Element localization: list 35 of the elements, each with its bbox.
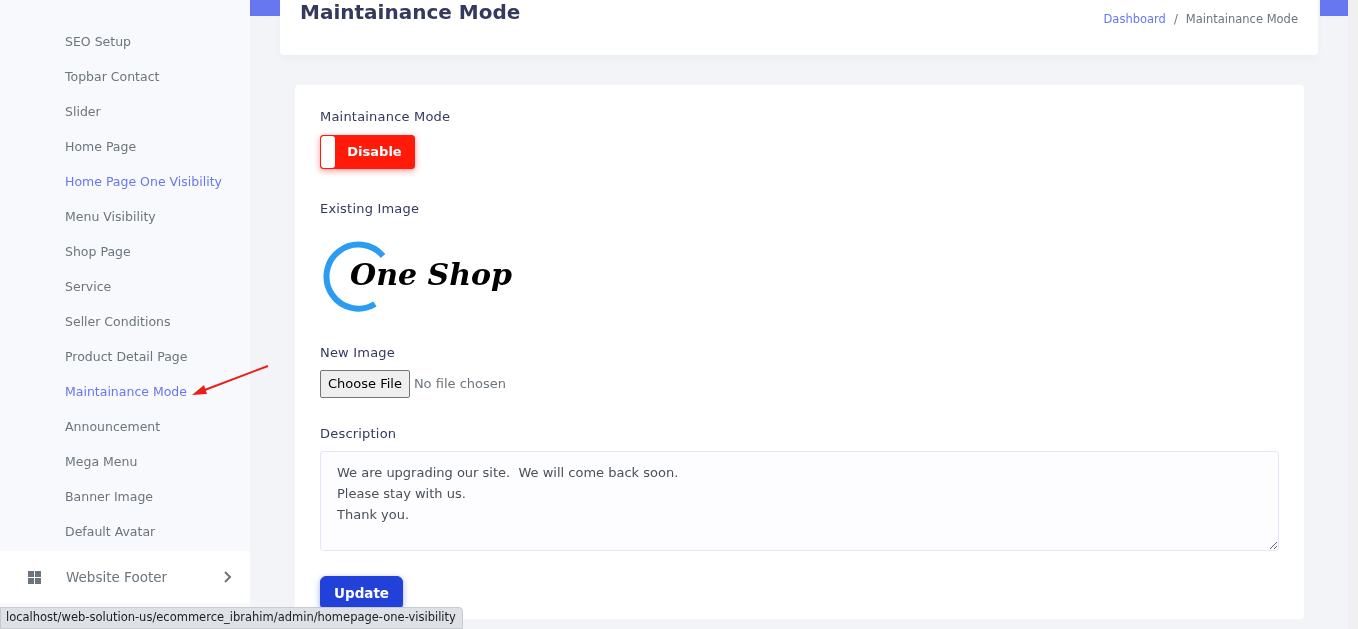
sidebar-item[interactable]: Home Page — [0, 129, 250, 164]
sidebar-item[interactable]: Menu Visibility — [0, 199, 250, 234]
choose-file-button[interactable]: Choose File — [320, 370, 410, 398]
sidebar-item[interactable]: Default Avatar — [0, 514, 250, 549]
chevron-icon — [224, 571, 232, 583]
sidebar-item[interactable]: Announcement — [0, 409, 250, 444]
page-title: Maintainance Mode — [300, 0, 521, 26]
sidebar-item[interactable]: Slider — [0, 94, 250, 129]
navbar-strip — [1320, 0, 1348, 16]
sidebar-item[interactable]: Home Page One Visibility — [0, 164, 250, 199]
navbar-strip — [250, 0, 280, 16]
logo-image: One Shop — [320, 234, 516, 315]
sidebar-item[interactable]: Maintainance Mode — [0, 374, 250, 409]
status-url: localhost/web-solution-us/ecommerce_ibrahim/admin/homepage-one-visibility — [0, 606, 463, 629]
scrollbar[interactable] — [1348, 0, 1358, 629]
field-label: Description — [320, 424, 398, 443]
breadcrumb-current: Maintainance Mode — [1185, 12, 1298, 26]
breadcrumb-separator: / — [1173, 12, 1178, 26]
breadcrumb-link[interactable]: Dashboard — [1103, 12, 1166, 26]
sidebar-item[interactable]: Banner Image — [0, 479, 250, 514]
sidebar-item[interactable]: SEO Setup — [0, 24, 250, 59]
description-field[interactable]: We are upgrading our site. We will come back soon. Please stay with us. Thank you. — [320, 451, 1279, 551]
field-label: New Image — [320, 343, 396, 362]
sidebar-item[interactable]: Service — [0, 269, 250, 304]
sidebar-section-item[interactable]: Website Footer — [0, 551, 250, 603]
field-label: Maintainance Mode — [320, 108, 452, 126]
grid-icon — [28, 570, 41, 584]
field-label: Existing Image — [320, 200, 421, 218]
sidebar-item[interactable]: Shop Page — [0, 234, 250, 269]
file-status: No file chosen — [413, 375, 506, 393]
toggle-switch[interactable]: Disable — [320, 134, 415, 169]
sidebar-item[interactable]: Mega Menu — [0, 444, 250, 479]
sidebar-item[interactable]: Product Detail Page — [0, 339, 250, 374]
sidebar-item[interactable]: Seller Conditions — [0, 304, 250, 339]
sidebar-item[interactable]: Topbar Contact — [0, 59, 250, 94]
